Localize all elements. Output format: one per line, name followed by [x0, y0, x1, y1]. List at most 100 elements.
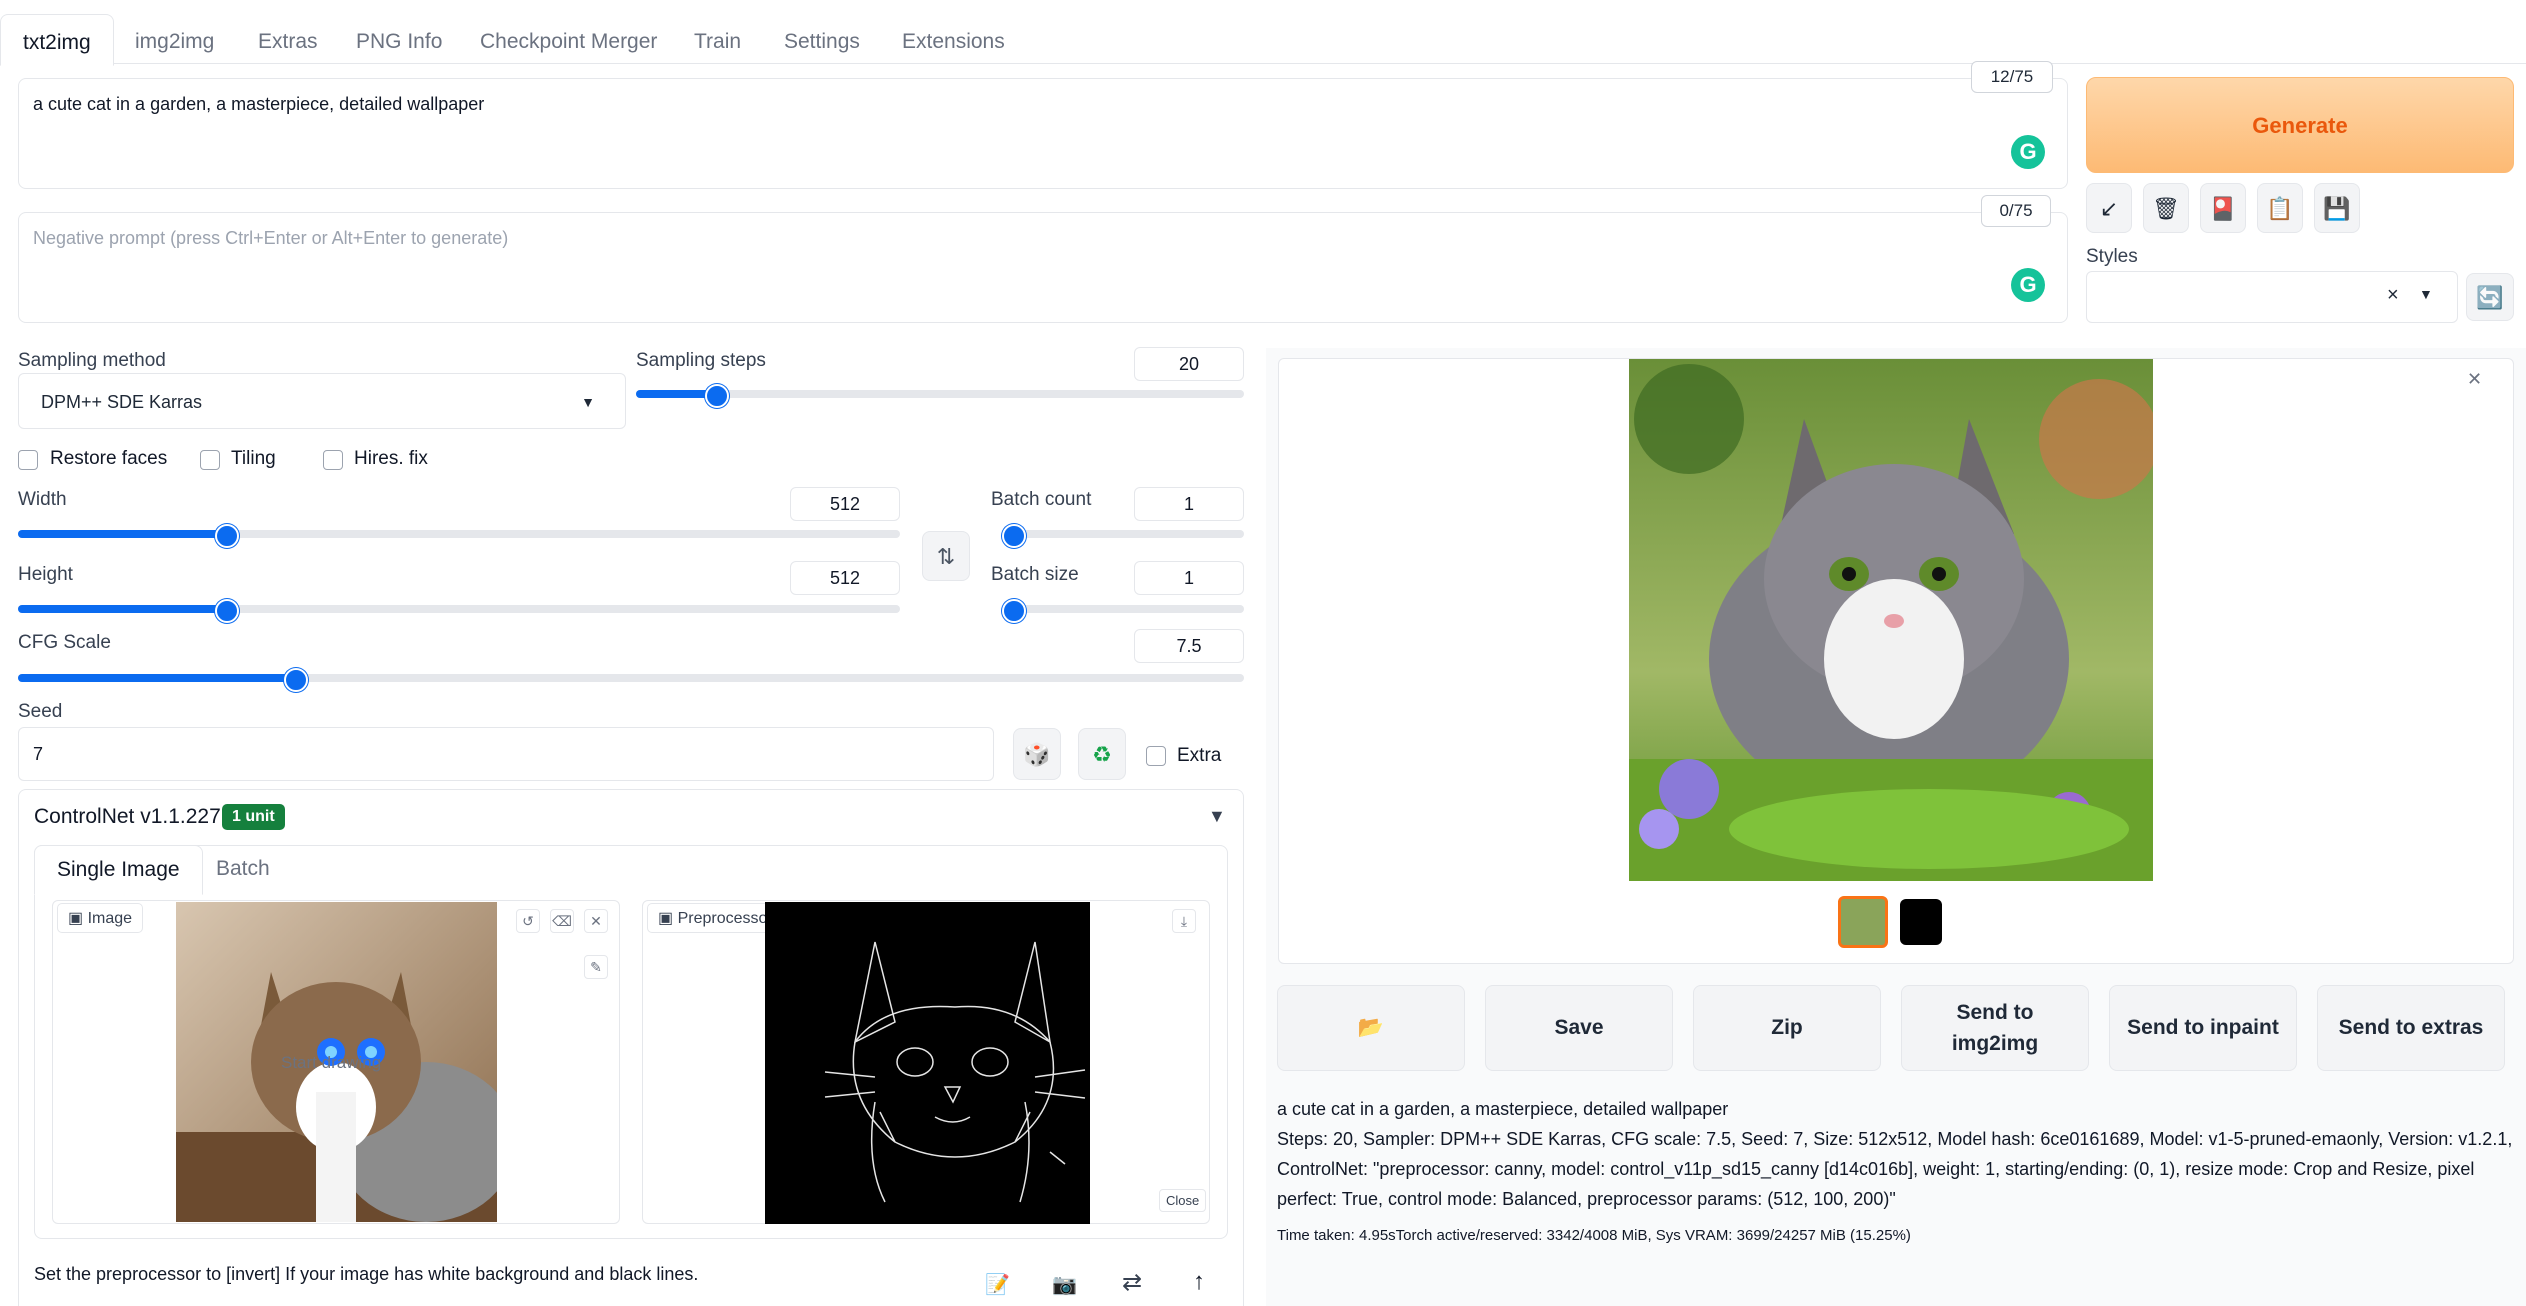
- hires-fix-checkbox[interactable]: [323, 450, 343, 470]
- memo-icon[interactable]: 📝: [985, 1272, 1010, 1297]
- hires-fix-label: Hires. fix: [354, 448, 428, 469]
- tab-train[interactable]: Train: [672, 14, 763, 64]
- canny-edge-image: [765, 902, 1090, 1224]
- cfg-scale-slider[interactable]: [18, 668, 1244, 692]
- tab-single-image[interactable]: Single Image: [34, 845, 203, 895]
- brush-icon[interactable]: ✎: [584, 955, 608, 979]
- folder-icon[interactable]: 📂: [1277, 985, 1465, 1071]
- restore-faces-label: Restore faces: [50, 448, 168, 469]
- tab-txt2img[interactable]: txt2img: [0, 14, 114, 66]
- download-icon[interactable]: ⤓: [1172, 909, 1196, 933]
- seed-input[interactable]: 7: [18, 727, 994, 781]
- preprocessor-preview-box: ▣ Preprocessor Preview ⤓ Close: [642, 900, 1210, 1224]
- swap-dimensions-icon[interactable]: ⇅: [922, 531, 970, 581]
- close-preview-button[interactable]: Close: [1159, 1189, 1207, 1212]
- generate-button[interactable]: Generate: [2086, 77, 2514, 173]
- close-gallery-icon[interactable]: ✕: [2467, 369, 2482, 390]
- restore-faces-checkbox[interactable]: [18, 450, 38, 470]
- sampling-method-label: Sampling method: [18, 350, 166, 371]
- dice-icon[interactable]: 🎲: [1013, 728, 1061, 780]
- thumbnail-2[interactable]: [1900, 899, 1942, 945]
- slider-thumb[interactable]: [705, 384, 730, 408]
- slider-thumb[interactable]: [1002, 524, 1026, 548]
- refresh-icon[interactable]: 🔄: [2466, 273, 2514, 321]
- swap-arrows-icon[interactable]: ⇄: [1122, 1268, 1142, 1297]
- slider-thumb[interactable]: [283, 668, 308, 692]
- red-card-icon[interactable]: 🎴: [2200, 183, 2246, 233]
- main-tabs: txt2img img2img Extras PNG Info Checkpoi…: [0, 14, 2526, 66]
- height-label: Height: [18, 564, 73, 585]
- cfg-scale-input[interactable]: 7.5: [1134, 629, 1244, 663]
- tab-png-info[interactable]: PNG Info: [334, 14, 464, 64]
- tiling-label: Tiling: [231, 448, 276, 469]
- grammarly-icon[interactable]: G: [2011, 135, 2045, 169]
- svg-text:Start drawing: Start drawing: [281, 1053, 381, 1072]
- batch-count-input[interactable]: 1: [1134, 487, 1244, 521]
- height-slider[interactable]: [18, 599, 900, 623]
- width-slider[interactable]: [18, 524, 900, 548]
- height-input[interactable]: 512: [790, 561, 900, 595]
- tab-extras[interactable]: Extras: [236, 14, 340, 64]
- undo-icon[interactable]: ↺: [516, 909, 540, 933]
- slider-thumb[interactable]: [215, 599, 240, 623]
- controlnet-unit-badge: 1 unit: [222, 804, 285, 830]
- chevron-down-icon: ▼: [2419, 286, 2433, 302]
- prompt-text: a cute cat in a garden, a masterpiece, d…: [33, 94, 485, 114]
- tab-settings[interactable]: Settings: [762, 14, 882, 64]
- sampling-steps-label: Sampling steps: [636, 350, 766, 371]
- tab-extensions[interactable]: Extensions: [880, 14, 1027, 64]
- tab-checkpoint-merger[interactable]: Checkpoint Merger: [458, 14, 679, 64]
- tiling-checkbox[interactable]: [200, 450, 220, 470]
- send-to-img2img-button[interactable]: Send to img2img: [1901, 985, 2089, 1071]
- close-icon[interactable]: ✕: [584, 909, 608, 933]
- prompt-input[interactable]: a cute cat in a garden, a masterpiece, d…: [18, 78, 2068, 189]
- sampling-method-select[interactable]: DPM++ SDE Karras ▼: [18, 373, 626, 429]
- collapse-triangle-icon[interactable]: ▼: [1208, 806, 1226, 827]
- extra-label: Extra: [1177, 745, 1222, 766]
- batch-count-slider[interactable]: [1002, 524, 1244, 548]
- send-to-extras-button[interactable]: Send to extras: [2317, 985, 2505, 1071]
- sampling-steps-slider[interactable]: [636, 384, 1244, 408]
- extra-checkbox[interactable]: [1146, 746, 1166, 766]
- width-input[interactable]: 512: [790, 487, 900, 521]
- controlnet-image-box[interactable]: ▣ Image Start drawing ↺ ⌫ ✕ ✎: [52, 900, 620, 1224]
- chevron-down-icon: ▼: [581, 394, 595, 410]
- image-icon: ▣: [658, 910, 678, 927]
- arrow-up-icon[interactable]: ↑: [1193, 1268, 1205, 1296]
- controlnet-hint: Set the preprocessor to [invert] If your…: [34, 1264, 699, 1284]
- eraser-icon[interactable]: ⌫: [550, 909, 574, 933]
- grammarly-icon[interactable]: G: [2011, 268, 2045, 302]
- image-icon: ▣: [68, 910, 88, 927]
- image-label-tag: ▣ Image: [57, 903, 144, 933]
- thumbnail-1[interactable]: [1838, 896, 1888, 948]
- sampling-steps-input[interactable]: 20: [1134, 347, 1244, 381]
- arrow-down-left-icon[interactable]: ↙: [2086, 183, 2132, 233]
- slider-thumb[interactable]: [215, 524, 240, 548]
- zip-button[interactable]: Zip: [1693, 985, 1881, 1071]
- recycle-icon[interactable]: ♻: [1078, 728, 1126, 780]
- controlnet-tabs: Single Image Batch: [34, 845, 434, 895]
- batch-size-input[interactable]: 1: [1134, 561, 1244, 595]
- styles-label: Styles: [2086, 246, 2138, 267]
- slider-thumb[interactable]: [1002, 599, 1026, 623]
- negative-prompt-input[interactable]: Negative prompt (press Ctrl+Enter or Alt…: [18, 212, 2068, 323]
- controlnet-title[interactable]: ControlNet v1.1.227: [34, 805, 221, 829]
- save-icon[interactable]: 💾: [2314, 183, 2360, 233]
- send-to-inpaint-button[interactable]: Send to inpaint: [2109, 985, 2297, 1071]
- seed-label: Seed: [18, 701, 63, 722]
- generation-timing: Time taken: 4.95sTorch active/reserved: …: [1277, 1227, 1911, 1244]
- generation-info-prompt: a cute cat in a garden, a masterpiece, d…: [1277, 1099, 1729, 1119]
- batch-size-slider[interactable]: [1002, 599, 1244, 623]
- clear-icon[interactable]: ×: [2387, 284, 2399, 307]
- styles-select[interactable]: × ▼: [2086, 271, 2458, 323]
- negative-token-counter: 0/75: [1981, 195, 2051, 227]
- output-cat-image[interactable]: [1629, 359, 2153, 881]
- clipboard-icon[interactable]: 📋: [2257, 183, 2303, 233]
- save-button[interactable]: Save: [1485, 985, 1673, 1071]
- negative-prompt-placeholder: Negative prompt (press Ctrl+Enter or Alt…: [33, 228, 509, 248]
- tab-batch[interactable]: Batch: [194, 845, 292, 893]
- cat-input-image: Start drawing: [176, 902, 497, 1222]
- trash-icon[interactable]: 🗑: [2143, 183, 2189, 233]
- tab-img2img[interactable]: img2img: [113, 14, 236, 64]
- camera-icon[interactable]: 📷: [1052, 1272, 1077, 1297]
